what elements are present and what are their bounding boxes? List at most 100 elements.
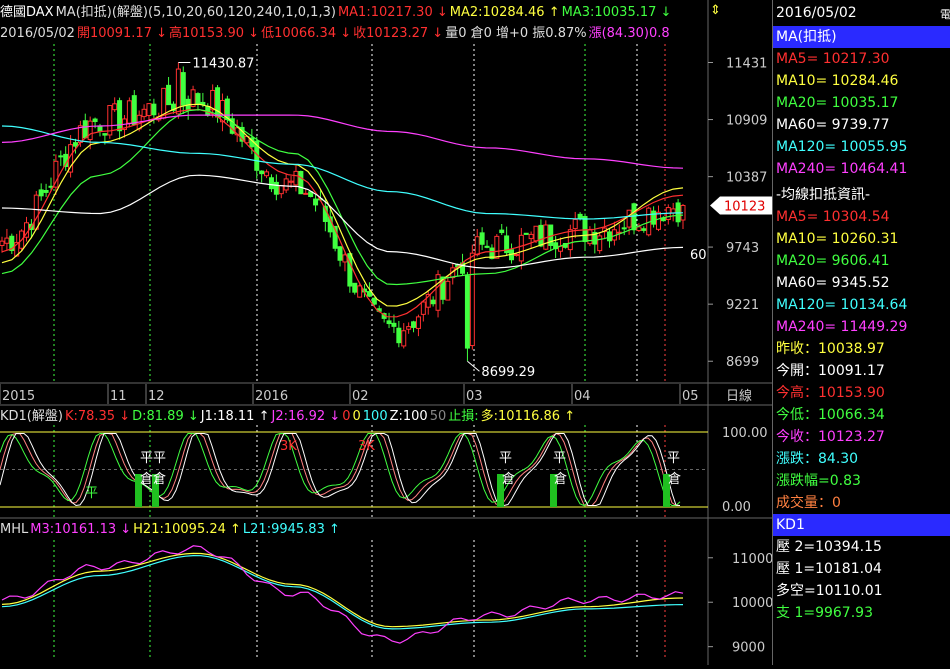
kd-mark: 3K [280, 439, 297, 454]
candle-body [577, 213, 583, 220]
kd-header-segment: 100 [362, 409, 388, 424]
kd-row: 壓 1=10181.04 [776, 561, 882, 577]
candle-body [82, 120, 88, 139]
kd-row: 支 1=9967.93 [776, 605, 873, 621]
candle-body [523, 232, 529, 235]
candle-body [445, 280, 451, 301]
candle-body [298, 171, 304, 195]
low-marker [467, 360, 480, 372]
kd-mark: 倉 [502, 472, 515, 487]
mhl-axis-label: 9000 [732, 641, 765, 656]
header-segment: MA1:10217.30 ↓ [337, 5, 448, 20]
candle-body [401, 330, 407, 347]
date-axis-label: 2015 [2, 389, 35, 404]
candle-body [371, 297, 377, 305]
mhl-m3-line [1, 545, 684, 644]
kd-header-segment: 0 [352, 409, 361, 424]
ma-line-ma120 [1, 125, 684, 220]
candlestick-chart[interactable]: 11431 10909 10387 9743 9221 8699 10123 2015 11 12… [0, 0, 773, 665]
candle-body [538, 224, 544, 247]
kd-header-segment: J2:16.92 ↓ [271, 409, 341, 424]
mhl-header-segment: MHL [0, 522, 29, 537]
candle-body [386, 320, 392, 325]
candle-body [474, 236, 480, 256]
candle-body [357, 285, 363, 298]
header-segment: 收10123.27 ↓ [353, 26, 444, 41]
quote-row: 漲跌：84.30 [776, 451, 859, 467]
ma-row: MA120= 10055.95 [776, 139, 908, 155]
info-date: 2016/05/02 [776, 5, 857, 21]
candle-body [0, 240, 5, 247]
kd-mark: 倉 [668, 472, 681, 487]
ma-row: MA240= 10464.41 [776, 161, 908, 177]
kd-mark: 平 [553, 451, 566, 466]
candle-body [102, 133, 108, 136]
quote-row: 今開：10091.17 [776, 363, 885, 379]
quote-row: 漲跌幅=0.83 [776, 473, 861, 489]
info-corner: 電 [940, 8, 950, 21]
candle-body [195, 93, 201, 105]
main-header-line1: 德國DAX MA(扣抵)(解盤)(5,10,20,60,120,240,1,0,1… [0, 5, 673, 21]
candle-body [4, 237, 10, 244]
kd-header-segment: 50 [429, 409, 447, 424]
candle-body [572, 219, 578, 230]
candle-body [464, 275, 470, 349]
candle-body [273, 181, 279, 195]
candle-body [411, 321, 417, 328]
candle-body [656, 211, 662, 230]
candle-body [352, 282, 358, 293]
kd-header-segment: Z:100 [389, 409, 428, 424]
ma-row: MA5= 10217.30 [776, 51, 890, 67]
candle-body [430, 299, 436, 305]
candle-body [166, 84, 172, 106]
mhl-l21-line [1, 554, 684, 630]
candle-body [337, 246, 343, 261]
price-axis-label: 10387 [726, 171, 767, 186]
mhl-header-segment: M3:10161.13 ↓ [30, 522, 132, 537]
kd-row: 多空=10110.01 [776, 583, 883, 599]
candle-body [210, 89, 216, 111]
price-axis-label: 9221 [726, 298, 759, 313]
candle-body [484, 245, 490, 248]
candle-body [92, 118, 98, 123]
price-axis-label: 10909 [726, 114, 767, 129]
candle-body [268, 177, 274, 190]
kd-info-header[interactable]: KD1 [773, 514, 950, 536]
chart-area[interactable]: 11431 10909 10387 9743 9221 8699 10123 2015 11 12… [0, 0, 773, 665]
candle-body [479, 232, 485, 245]
candle-body [499, 229, 505, 234]
price-axis-label: 11431 [726, 56, 767, 71]
candle-body [636, 226, 642, 232]
ma-row: MA20= 10035.17 [776, 95, 899, 111]
quote-row: 今高：10153.90 [776, 385, 885, 401]
header-segment: 低10066.34 ↓ [261, 26, 352, 41]
candle-body [288, 180, 294, 183]
candle-body [626, 209, 632, 228]
candle-body [528, 233, 534, 240]
header-segment: 開10091.17 ↓ [76, 26, 167, 41]
ma-header[interactable]: MA(扣抵) [773, 26, 950, 48]
date-axis-label: 11 [110, 389, 127, 404]
candle-body [264, 171, 270, 177]
date-axis-label: 03 [466, 389, 483, 404]
date-axis-label: 02 [352, 389, 369, 404]
candle-body [582, 215, 588, 243]
candle-body [518, 234, 524, 262]
date-axis-label: 12 [148, 389, 165, 404]
date-axis-label: 2016 [255, 389, 288, 404]
kd-header-segment: 多:10116.86 ↑ [480, 409, 576, 424]
quote-row: 今低：10066.34 [776, 407, 885, 423]
candle-body [631, 203, 637, 231]
deduct-row: MA5= 10304.54 [776, 209, 890, 225]
date-axis-unit: 日線 [726, 388, 752, 404]
deduct-row: MA20= 9606.41 [776, 253, 890, 269]
quote-row: 成交量：0 [776, 495, 841, 511]
candle-body [112, 103, 118, 111]
low-label: 8699.29 [481, 365, 535, 380]
scroll-icon[interactable]: ⇕ [710, 3, 721, 19]
kd-mark: 平 [499, 451, 512, 466]
candle-body [259, 170, 265, 175]
main-header-line2: 2016/05/02 開10091.17 ↓ 高10153.90 ↓ 低10066.3… [0, 26, 672, 42]
mhl-header-segment: H21:10095.24 ↑ [133, 522, 241, 537]
kd-header-segment: D:81.89 ↓ [132, 409, 199, 424]
